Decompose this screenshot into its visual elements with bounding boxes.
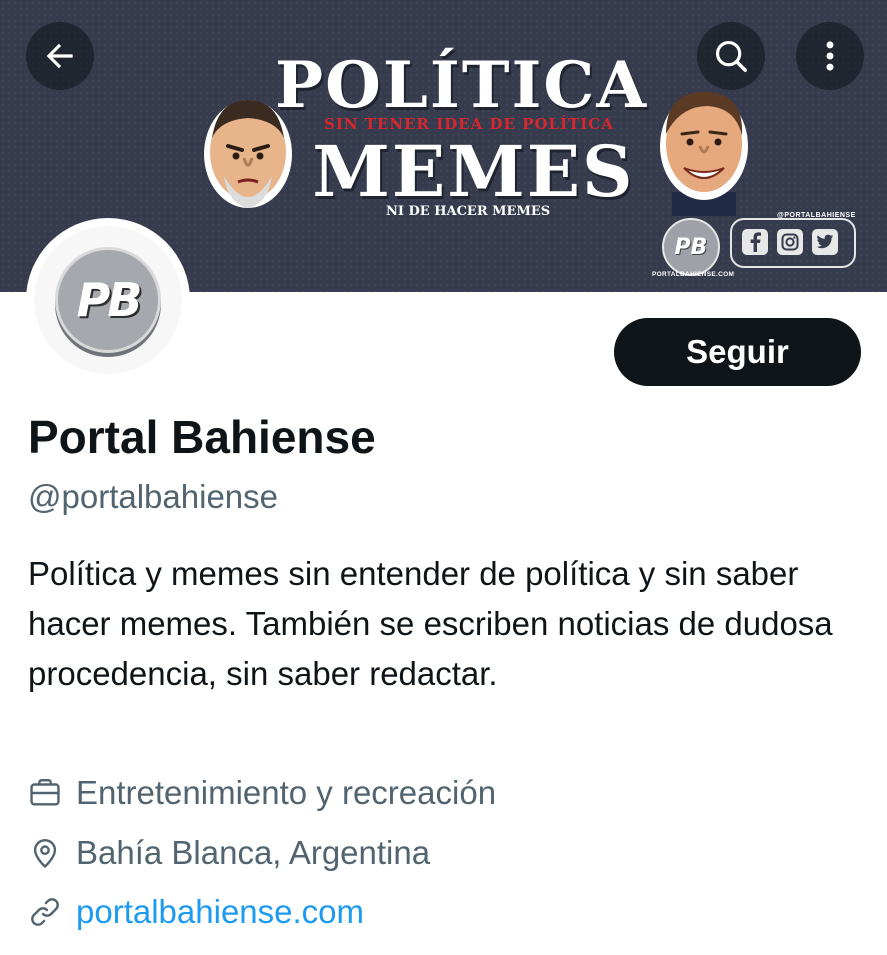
banner-url: PORTALBAHIENSE.COM xyxy=(652,271,735,278)
profile-location: Bahía Blanca, Argentina xyxy=(28,834,430,872)
follow-button[interactable]: Seguir xyxy=(614,318,861,386)
caricature-left-illustration xyxy=(204,100,292,208)
avatar-image: PB xyxy=(34,226,182,374)
facebook-icon xyxy=(742,229,768,255)
more-vertical-icon xyxy=(826,41,834,71)
avatar-logo: PB xyxy=(55,247,161,353)
instagram-icon xyxy=(777,229,803,255)
banner-title-memes: MEMES xyxy=(312,130,635,213)
more-button[interactable] xyxy=(796,22,864,90)
profile-name: Portal Bahiense xyxy=(28,411,376,463)
arrow-left-icon xyxy=(46,43,73,69)
profile-avatar[interactable]: PB xyxy=(26,218,190,382)
link-icon xyxy=(31,898,59,926)
briefcase-icon xyxy=(30,779,60,806)
search-icon xyxy=(715,40,747,72)
website-link[interactable]: portalbahiense.com xyxy=(76,893,364,931)
profile-handle: @portalbahiense xyxy=(28,478,278,515)
location-label: Bahía Blanca, Argentina xyxy=(76,834,431,871)
twitter-icon xyxy=(812,229,838,255)
banner-subtitle-bottom: NI DE HACER MEMES xyxy=(386,204,551,219)
location-pin-icon xyxy=(33,839,57,869)
caricature-right-illustration xyxy=(660,91,748,216)
profile-website: portalbahiense.com xyxy=(28,893,364,931)
category-label: Entretenimiento y recreación xyxy=(76,774,497,811)
search-button[interactable] xyxy=(697,22,765,90)
profile-bio: Política y memes sin entender de polític… xyxy=(28,555,833,692)
back-button[interactable] xyxy=(26,22,94,90)
banner-logo: PB xyxy=(662,218,720,276)
profile-category: Entretenimiento y recreación xyxy=(28,774,496,812)
